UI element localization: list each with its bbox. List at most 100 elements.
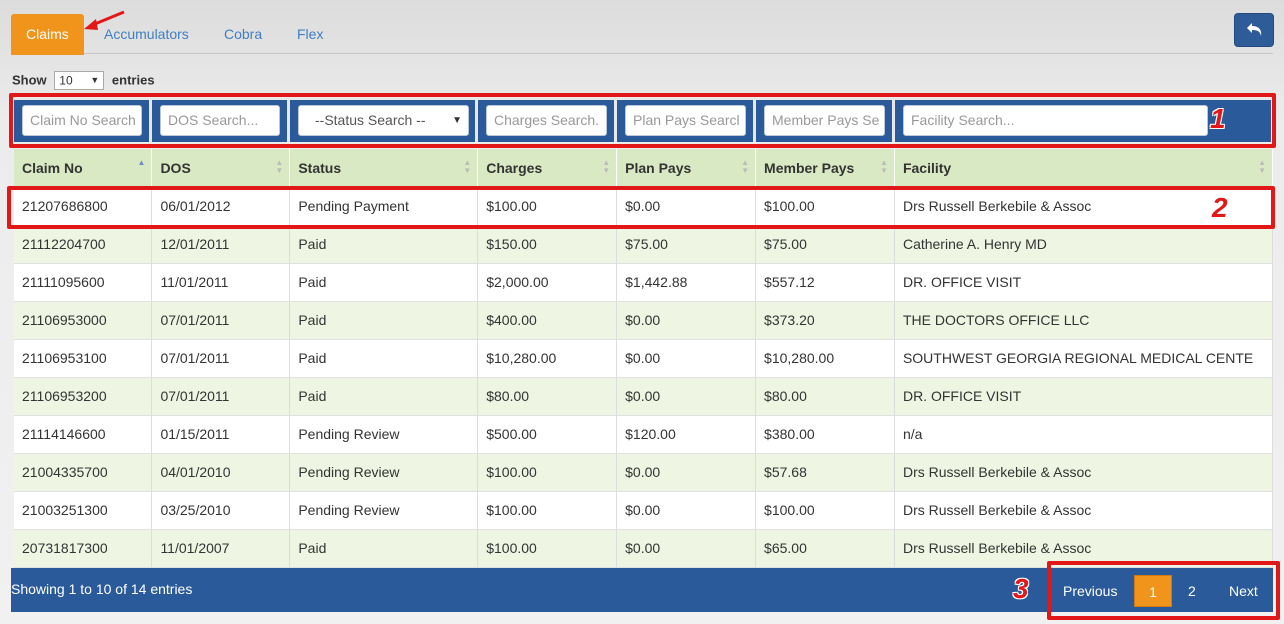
cell-charges: $80.00 — [477, 377, 618, 416]
annotation-number-1: 1 — [1210, 103, 1226, 134]
cell-charges: $100.00 — [477, 491, 618, 530]
cell-dos: 06/01/2012 — [151, 187, 291, 226]
page-2-button[interactable]: 2 — [1188, 575, 1196, 607]
member-pays-search-input[interactable]: Member Pays Se — [764, 105, 885, 136]
cell-plan-pays: $0.00 — [616, 453, 757, 492]
cell-plan-pays: $0.00 — [616, 377, 757, 416]
previous-page-button[interactable]: Previous — [1063, 575, 1117, 607]
table-row[interactable]: 21112204700 12/01/2011 Paid $150.00 $75.00 $7… — [14, 225, 1274, 264]
table-row[interactable]: 21207686800 06/01/2012 Pending Payment $100… — [14, 187, 1274, 226]
cell-member-pays: $75.00 — [755, 225, 895, 264]
cell-charges: $400.00 — [477, 301, 618, 340]
tab-claims[interactable]: Claims — [11, 14, 84, 55]
table-footer: Showing 1 to 10 of 14 entries Previous 1… — [11, 568, 1273, 612]
cell-dos: 07/01/2011 — [151, 301, 291, 340]
table-row[interactable]: 21106953100 07/01/2011 Paid $10,280.00 $0.00… — [14, 339, 1274, 378]
cell-charges: $500.00 — [477, 415, 618, 454]
table-row[interactable]: 21111095600 11/01/2011 Paid $2,000.00 $1,442… — [14, 263, 1274, 302]
cell-member-pays: $65.00 — [755, 529, 895, 568]
column-header-facility[interactable]: Facility ▲ ▼ — [894, 149, 1274, 187]
cell-plan-pays: $75.00 — [616, 225, 757, 264]
tab-cobra[interactable]: Cobra — [224, 14, 262, 54]
entries-length-control: Show 10 ▼ entries — [12, 70, 155, 91]
cell-member-pays: $373.20 — [755, 301, 895, 340]
cell-status: Paid — [289, 377, 479, 416]
claims-table: Claim No ▲ DOS ▲ ▼ Status ▲ ▼ Charges ▲ ▼ Plan … — [14, 149, 1274, 568]
column-filter-bar: Claim No Search DOS Search... --Status S… — [14, 100, 1271, 142]
status-search-select[interactable]: --Status Search -- ▼ — [298, 105, 469, 136]
cell-facility: n/a — [894, 415, 1274, 454]
claim-no-search-input[interactable]: Claim No Search — [22, 105, 142, 136]
cell-status: Pending Payment — [289, 187, 479, 226]
annotation-arrow-icon — [84, 10, 125, 30]
table-row[interactable]: 20731817300 11/01/2007 Paid $100.00 $0.00 $65… — [14, 529, 1274, 568]
entries-per-page-select[interactable]: 10 ▼ — [54, 71, 105, 91]
column-header-dos[interactable]: DOS ▲ ▼ — [151, 149, 291, 187]
filter-cell-member-pays: Member Pays Se — [756, 100, 895, 142]
cell-member-pays: $57.68 — [755, 453, 895, 492]
cell-member-pays: $100.00 — [755, 491, 895, 530]
cell-dos: 03/25/2010 — [151, 491, 291, 530]
sort-icon: ▲ ▼ — [880, 158, 888, 175]
sort-icon: ▲ ▼ — [741, 158, 750, 175]
cell-status: Paid — [289, 225, 479, 264]
cell-charges: $100.00 — [477, 187, 618, 226]
cell-member-pays: $557.12 — [755, 263, 895, 302]
sort-icon: ▲ ▼ — [275, 158, 284, 175]
cell-facility: THE DOCTORS OFFICE LLC — [894, 301, 1274, 340]
cell-charges: $150.00 — [477, 225, 618, 264]
show-label: Show — [12, 72, 47, 88]
entries-label: entries — [111, 72, 155, 88]
column-header-status[interactable]: Status ▲ ▼ — [289, 149, 479, 187]
cell-plan-pays: $0.00 — [616, 339, 757, 378]
cell-claim-no: 21004335700 — [14, 453, 153, 492]
dropdown-caret-icon: ▼ — [452, 115, 462, 126]
cell-status: Paid — [289, 263, 479, 302]
column-header-charges[interactable]: Charges ▲ ▼ — [477, 149, 618, 187]
column-header-plan-pays[interactable]: Plan Pays ▲ ▼ — [616, 149, 757, 187]
table-row[interactable]: 21106953000 07/01/2011 Paid $400.00 $0.00 $37… — [14, 301, 1274, 340]
cell-claim-no: 21106953200 — [14, 377, 153, 416]
cell-member-pays: $380.00 — [755, 415, 895, 454]
cell-claim-no: 21106953000 — [14, 301, 153, 340]
cell-member-pays: $100.00 — [755, 187, 895, 226]
facility-search-input[interactable]: Facility Search... — [903, 105, 1208, 136]
claims-table-body: 21207686800 06/01/2012 Pending Payment $100… — [14, 187, 1274, 568]
table-row[interactable]: 21106953200 07/01/2011 Paid $80.00 $0.00 $80.… — [14, 377, 1274, 416]
cell-status: Pending Review — [289, 453, 479, 492]
cell-plan-pays: $0.00 — [616, 491, 757, 530]
cell-member-pays: $80.00 — [755, 377, 895, 416]
cell-claim-no: 21114146600 — [14, 415, 153, 454]
cell-dos: 01/15/2011 — [151, 415, 291, 454]
column-header-claim-no[interactable]: Claim No ▲ — [14, 149, 153, 187]
cell-status: Paid — [289, 339, 479, 378]
tab-flex[interactable]: Flex — [297, 14, 323, 54]
table-row[interactable]: 21004335700 04/01/2010 Pending Review $100.… — [14, 453, 1274, 492]
page-1-button[interactable]: 1 — [1134, 575, 1172, 607]
cell-claim-no: 21106953100 — [14, 339, 153, 378]
filter-cell-dos: DOS Search... — [152, 100, 290, 142]
cell-member-pays: $10,280.00 — [755, 339, 895, 378]
annotation-number-3: 3 — [1013, 573, 1029, 604]
cell-facility: Catherine A. Henry MD — [894, 225, 1274, 264]
back-button[interactable] — [1234, 13, 1274, 47]
table-row[interactable]: 21003251300 03/25/2010 Pending Review $100.… — [14, 491, 1274, 530]
column-header-member-pays[interactable]: Member Pays ▲ ▼ — [755, 149, 895, 187]
cell-facility: Drs Russell Berkebile & Assoc — [894, 491, 1274, 530]
chevron-down-icon: ▼ — [90, 75, 100, 86]
cell-dos: 04/01/2010 — [151, 453, 291, 492]
plan-pays-search-input[interactable]: Plan Pays Searcl — [625, 105, 746, 136]
filter-cell-plan-pays: Plan Pays Searcl — [617, 100, 756, 142]
cell-facility: Drs Russell Berkebile & Assoc — [894, 529, 1274, 568]
cell-dos: 07/01/2011 — [151, 377, 291, 416]
table-info: Showing 1 to 10 of 14 entries — [11, 581, 193, 597]
cell-claim-no: 21112204700 — [14, 225, 153, 264]
sort-icon: ▲ ▼ — [602, 158, 611, 175]
cell-claim-no: 21207686800 — [14, 187, 153, 226]
table-row[interactable]: 21114146600 01/15/2011 Pending Review $500.… — [14, 415, 1274, 454]
cell-status: Pending Review — [289, 415, 479, 454]
next-page-button[interactable]: Next — [1229, 575, 1258, 607]
charges-search-input[interactable]: Charges Search. — [486, 105, 607, 136]
sort-ascending-icon: ▲ — [137, 158, 146, 167]
dos-search-input[interactable]: DOS Search... — [160, 105, 280, 136]
